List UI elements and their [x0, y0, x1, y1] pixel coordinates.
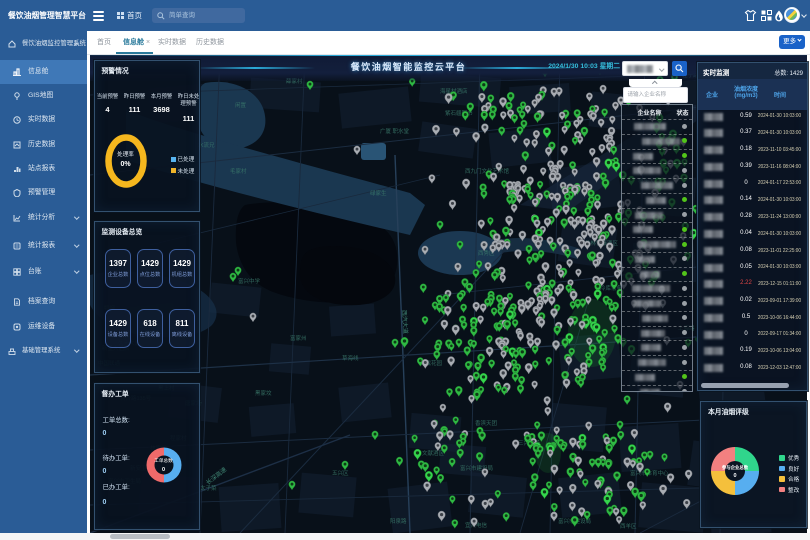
svg-text:富兴中学: 富兴中学	[238, 277, 261, 285]
svg-text:香滨天团: 香滨天团	[475, 419, 498, 427]
svg-text:五兴区: 五兴区	[332, 469, 349, 477]
svg-text:黑家坟: 黑家坟	[255, 389, 272, 397]
svg-text:文献酒区: 文献酒区	[422, 449, 445, 457]
svg-text:水流兄: 水流兄	[198, 141, 215, 149]
svg-text:草海线: 草海线	[342, 354, 359, 362]
svg-text:阳泉路: 阳泉路	[390, 517, 407, 525]
svg-text:绿家生: 绿家生	[370, 189, 387, 197]
svg-text:广厦 职水堂: 广厦 职水堂	[380, 127, 410, 135]
svg-text:富家州: 富家州	[290, 334, 307, 342]
svg-text:闲置: 闲置	[235, 101, 247, 109]
svg-text:毛家村: 毛家村	[230, 167, 247, 175]
svg-text:西羊区: 西羊区	[620, 522, 637, 530]
